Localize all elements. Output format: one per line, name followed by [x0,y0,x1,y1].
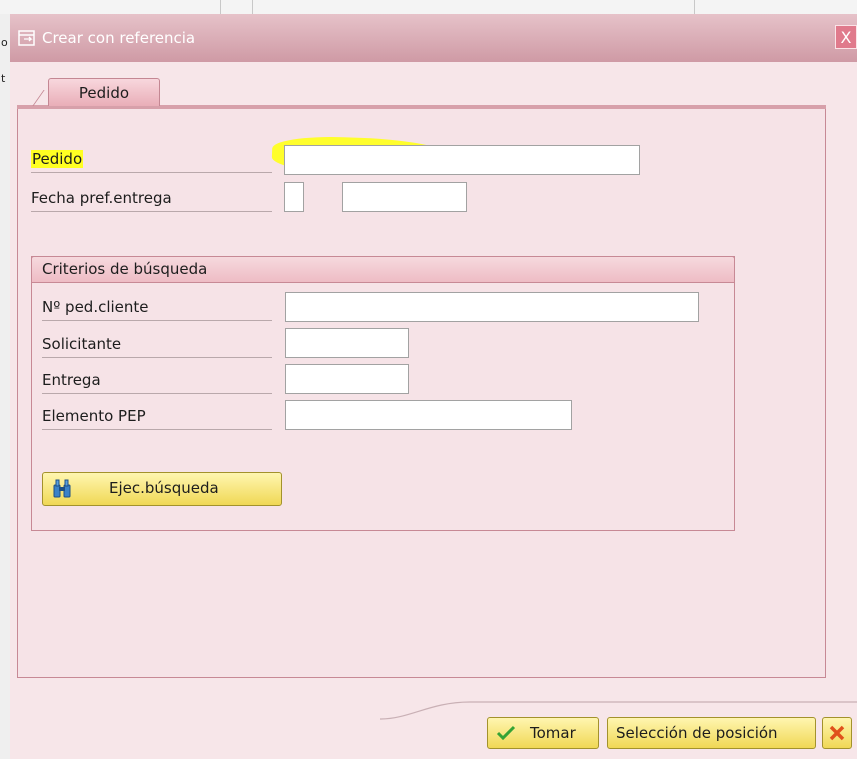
checkmark-icon [496,725,516,741]
fecha-date-input[interactable] [342,182,467,212]
background-left-edge: o t [0,14,10,759]
background-text-fragment: o [1,36,8,49]
solicitante-label: Solicitante [42,332,272,358]
n-ped-cliente-input[interactable] [285,292,699,322]
binoculars-icon [53,479,71,498]
entrega-label: Entrega [42,368,272,394]
tab-pedido[interactable]: Pedido [48,78,160,106]
n-ped-cliente-label: Nº ped.cliente [42,295,272,321]
tab-label: Pedido [78,84,130,102]
seleccion-de-posicion-button[interactable]: Selección de posición [607,717,816,749]
close-button[interactable]: X [835,25,857,49]
tomar-label: Tomar [530,724,576,742]
fecha-type-input[interactable] [284,182,304,212]
entrega-input[interactable] [285,364,409,394]
cancel-button[interactable] [822,717,852,749]
ejec-busqueda-button[interactable]: Ejec.búsqueda [42,472,282,506]
tomar-button[interactable]: Tomar [487,717,599,749]
background-column-divider [252,0,253,14]
background-column-divider [220,0,221,14]
search-criteria-header: Criterios de búsqueda [31,256,735,283]
dialog-title: Crear con referencia [42,29,196,47]
dialog-title-bar: Crear con referencia X [10,14,857,63]
close-icon: X [840,28,852,47]
cancel-icon [829,725,845,741]
seleccion-de-posicion-label: Selección de posición [616,724,778,742]
solicitante-input[interactable] [285,328,409,358]
elemento-pep-input[interactable] [285,400,572,430]
ejec-busqueda-label: Ejec.búsqueda [109,479,219,497]
pedido-input[interactable] [284,145,640,175]
background-text-fragment: t [1,72,6,85]
pedido-label-text: Pedido [31,150,84,168]
search-criteria-title: Criterios de búsqueda [42,260,208,278]
background-column-divider [694,0,695,14]
elemento-pep-label: Elemento PEP [42,404,272,430]
background-app-strip [0,0,857,14]
window-icon [18,30,35,46]
fecha-pref-entrega-label: Fecha pref.entrega [31,186,272,212]
pedido-label: Pedido [31,147,272,173]
